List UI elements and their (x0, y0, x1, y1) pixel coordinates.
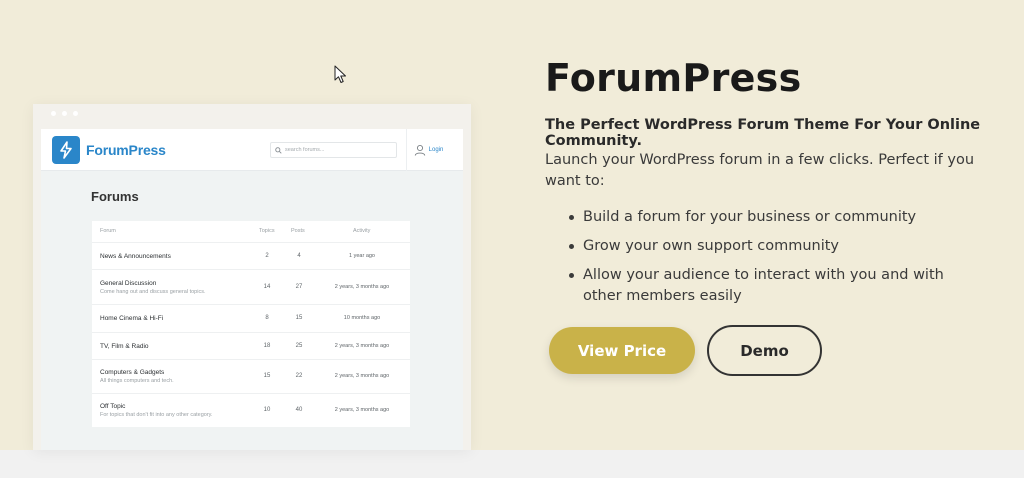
product-title: ForumPress (545, 56, 802, 100)
last-activity: 2 years, 3 months ago (334, 284, 390, 290)
preview-login: Login (406, 129, 450, 171)
feature-list: Build a forum for your business or commu… (569, 207, 978, 315)
product-subtitle: The Perfect WordPress Forum Theme For Yo… (545, 117, 981, 149)
column-topics: Topics (259, 228, 275, 234)
product-intro: Launch your WordPress forum in a few cli… (545, 152, 975, 189)
table-row: Off Topic For topics that don't fit into… (92, 394, 410, 427)
forum-name: Home Cinema & Hi-Fi (100, 315, 164, 322)
feature-item: Build a forum for your business or commu… (569, 207, 978, 228)
last-activity: 2 years, 3 months ago (334, 407, 390, 413)
topics-count: 15 (263, 373, 271, 379)
last-activity: 10 months ago (343, 315, 381, 321)
last-activity: 1 year ago (349, 253, 375, 259)
lightning-logo-icon (52, 136, 80, 164)
topics-count: 18 (263, 343, 271, 349)
topics-count: 2 (265, 253, 269, 259)
topics-count: 14 (263, 284, 271, 290)
column-forum: Forum (100, 228, 116, 234)
preview-logo-text: ForumPress (86, 142, 166, 158)
posts-count: 27 (295, 284, 303, 290)
forum-description: All things computers and tech. (100, 378, 174, 384)
preview-forums-table: Forum Topics Posts Activity News & Annou… (92, 221, 410, 427)
preview-forums-heading: Forums (91, 189, 139, 204)
forum-name: News & Announcements (100, 253, 171, 260)
posts-count: 40 (295, 407, 303, 413)
topics-count: 8 (265, 315, 269, 321)
posts-count: 22 (295, 373, 303, 379)
feature-item: Grow your own support community (569, 236, 978, 257)
window-dot (51, 111, 56, 116)
page-footer-band (0, 450, 1024, 478)
posts-count: 25 (295, 343, 303, 349)
feature-item: Allow your audience to interact with you… (569, 265, 978, 307)
table-row: News & Announcements 2 4 1 year ago (92, 243, 410, 270)
preview-logo: ForumPress (52, 136, 166, 164)
preview-login-label: Login (428, 147, 444, 153)
window-dot (62, 111, 67, 116)
forum-name: Off Topic (100, 403, 126, 410)
column-posts: Posts (291, 228, 305, 234)
table-row: TV, Film & Radio 18 25 2 years, 3 months… (92, 333, 410, 360)
forum-name: General Discussion (100, 280, 157, 287)
posts-count: 15 (295, 315, 303, 321)
forum-name: TV, Film & Radio (100, 343, 149, 350)
window-dots (51, 111, 78, 116)
forum-description: Come hang out and discuss general topics… (100, 289, 206, 295)
forum-description: For topics that don't fit into any other… (100, 412, 213, 418)
table-row: Computers & Gadgets All things computers… (92, 360, 410, 394)
table-row: Home Cinema & Hi-Fi 8 15 10 months ago (92, 305, 410, 333)
view-price-button[interactable]: View Price (549, 327, 695, 374)
table-row: General Discussion Come hang out and dis… (92, 270, 410, 305)
last-activity: 2 years, 3 months ago (334, 343, 390, 349)
column-activity: Activity (353, 228, 371, 234)
topics-count: 10 (263, 407, 271, 413)
table-header: Forum Topics Posts Activity (92, 221, 410, 243)
posts-count: 4 (297, 253, 301, 259)
forum-name: Computers & Gadgets (100, 369, 165, 376)
preview-header: ForumPress search forums... Login (41, 129, 463, 171)
preview-site: ForumPress search forums... Login Forums (41, 129, 463, 450)
last-activity: 2 years, 3 months ago (334, 373, 390, 379)
theme-preview-window: ForumPress search forums... Login Forums (33, 104, 471, 450)
mouse-cursor-icon (334, 65, 346, 83)
demo-button[interactable]: Demo (707, 325, 822, 376)
user-icon (414, 144, 425, 156)
preview-search-placeholder: search forums... (285, 147, 325, 153)
window-dot (73, 111, 78, 116)
preview-search-input: search forums... (270, 142, 397, 158)
search-icon (275, 146, 282, 154)
